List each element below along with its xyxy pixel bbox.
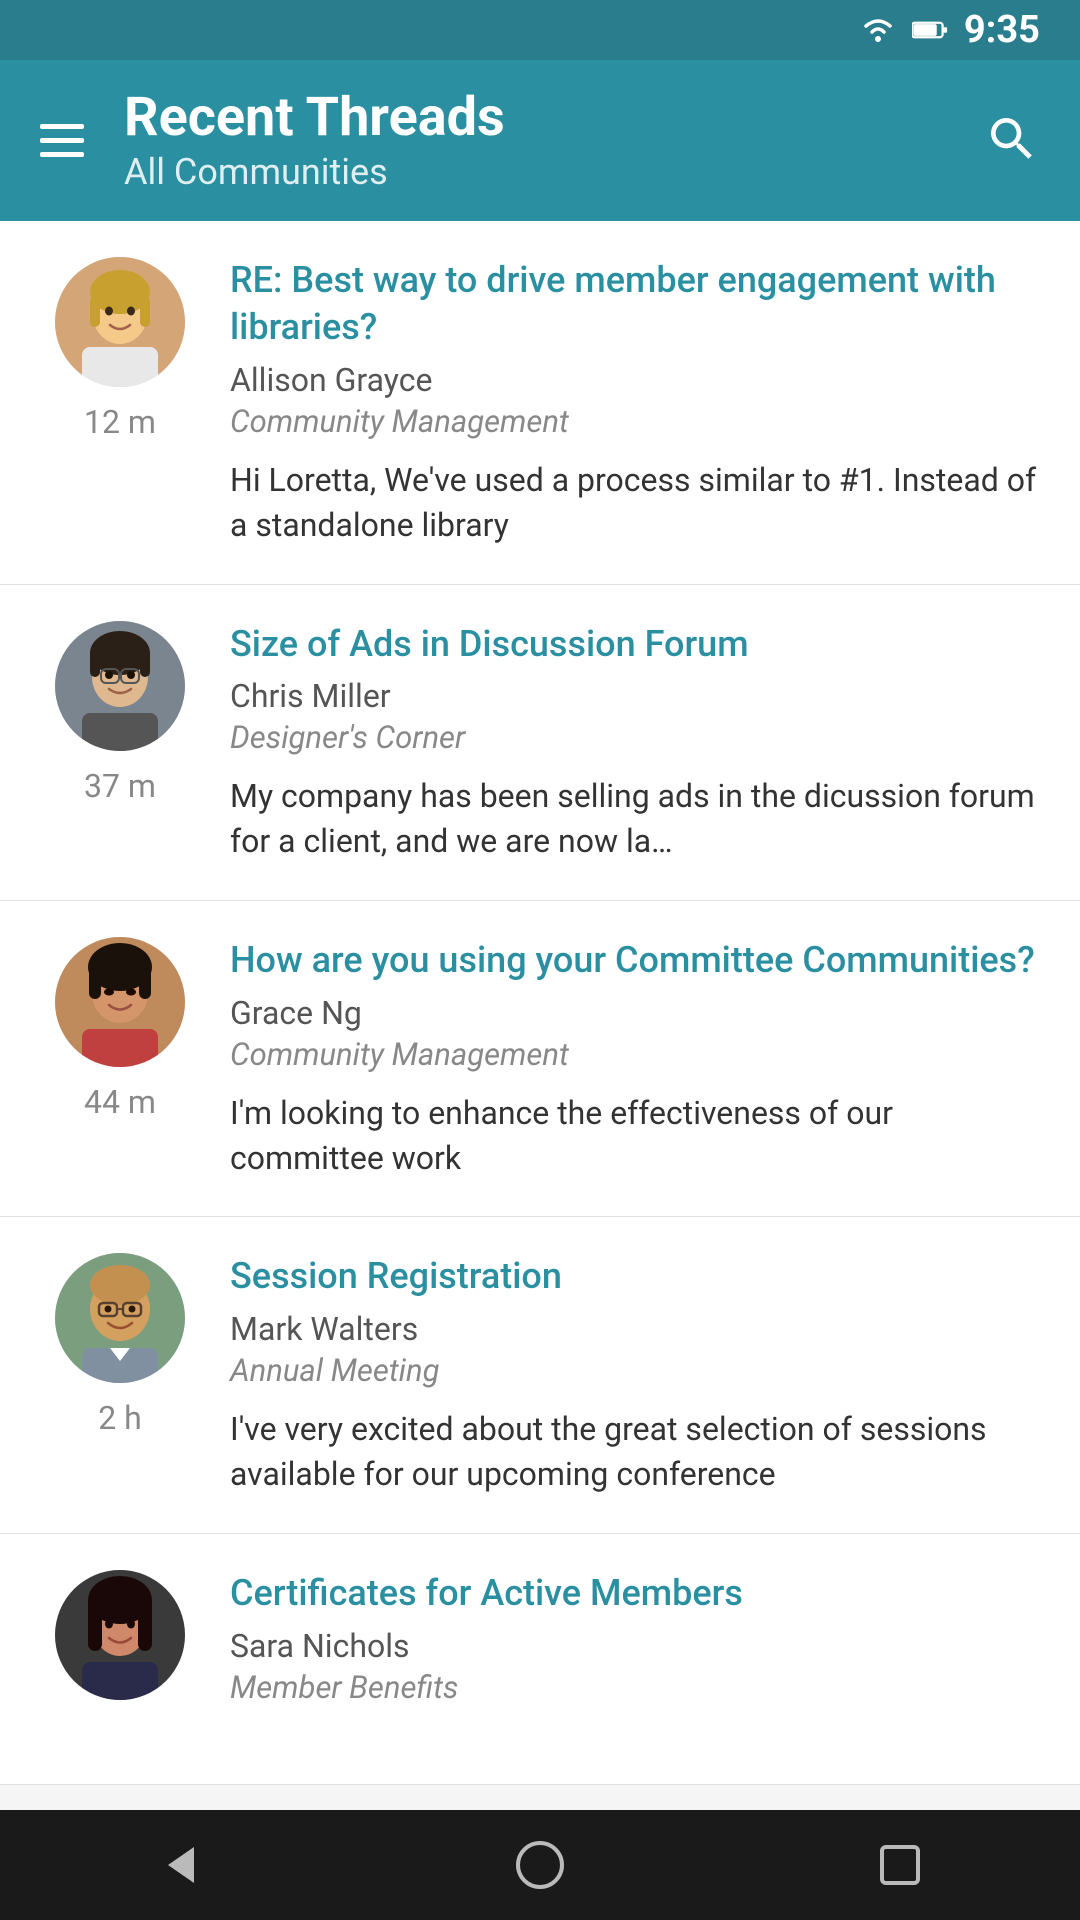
back-icon xyxy=(154,1839,206,1891)
avatar xyxy=(55,1253,185,1383)
home-icon xyxy=(514,1839,566,1891)
thread-preview-2: My company has been selling ads in the d… xyxy=(230,774,1040,864)
recent-button[interactable] xyxy=(860,1825,940,1905)
bottom-nav xyxy=(0,1810,1080,1920)
battery-icon xyxy=(912,16,948,44)
header-left: Recent Threads All Communities xyxy=(40,88,505,193)
thread-author-3: Grace Ng xyxy=(230,994,1040,1032)
thread-content-2: Size of Ads in Discussion Forum Chris Mi… xyxy=(230,621,1040,864)
thread-author-4: Mark Walters xyxy=(230,1310,1040,1348)
thread-community-4: Annual Meeting xyxy=(230,1352,1040,1389)
search-button[interactable] xyxy=(984,111,1040,171)
thread-left-5 xyxy=(40,1570,200,1724)
thread-preview-1: Hi Loretta, We've used a process similar… xyxy=(230,458,1040,548)
thread-left-4: 2 h xyxy=(40,1253,200,1496)
thread-title-1: RE: Best way to drive member engagement … xyxy=(230,257,1040,351)
thread-author-5: Sara Nichols xyxy=(230,1627,1040,1665)
thread-title-2: Size of Ads in Discussion Forum xyxy=(230,621,1040,668)
status-icons: 9:35 xyxy=(860,8,1040,52)
thread-left-2: 37 m xyxy=(40,621,200,864)
thread-community-3: Community Management xyxy=(230,1036,1040,1073)
thread-content-1: RE: Best way to drive member engagement … xyxy=(230,257,1040,547)
thread-left-1: 12 m xyxy=(40,257,200,547)
thread-item[interactable]: 12 m RE: Best way to drive member engage… xyxy=(0,221,1080,584)
thread-author-1: Allison Grayce xyxy=(230,361,1040,399)
avatar xyxy=(55,937,185,1067)
thread-preview-3: I'm looking to enhance the effectiveness… xyxy=(230,1091,1040,1181)
status-bar: 9:35 xyxy=(0,0,1080,60)
thread-community-2: Designer's Corner xyxy=(230,719,1040,756)
page-title: Recent Threads xyxy=(124,88,505,147)
thread-time-1: 12 m xyxy=(84,403,156,441)
page-subtitle: All Communities xyxy=(124,151,505,193)
thread-time-3: 44 m xyxy=(84,1083,156,1121)
status-time: 9:35 xyxy=(964,8,1040,52)
thread-left-3: 44 m xyxy=(40,937,200,1180)
thread-content-5: Certificates for Active Members Sara Nic… xyxy=(230,1570,1040,1724)
thread-list: 12 m RE: Best way to drive member engage… xyxy=(0,221,1080,1784)
wifi-icon xyxy=(860,16,896,44)
thread-item[interactable]: 44 m How are you using your Committee Co… xyxy=(0,901,1080,1217)
thread-content-4: Session Registration Mark Walters Annual… xyxy=(230,1253,1040,1496)
thread-item[interactable]: Certificates for Active Members Sara Nic… xyxy=(0,1534,1080,1785)
thread-title-4: Session Registration xyxy=(230,1253,1040,1300)
app-header: Recent Threads All Communities xyxy=(0,60,1080,221)
thread-time-4: 2 h xyxy=(98,1399,142,1437)
avatar xyxy=(55,1570,185,1700)
thread-item[interactable]: 2 h Session Registration Mark Walters An… xyxy=(0,1217,1080,1533)
avatar xyxy=(55,257,185,387)
search-icon xyxy=(984,111,1040,167)
recent-icon xyxy=(876,1841,924,1889)
thread-title-5: Certificates for Active Members xyxy=(230,1570,1040,1617)
thread-time-2: 37 m xyxy=(84,767,156,805)
menu-button[interactable] xyxy=(40,124,84,157)
avatar xyxy=(55,621,185,751)
thread-content-3: How are you using your Committee Communi… xyxy=(230,937,1040,1180)
back-button[interactable] xyxy=(140,1825,220,1905)
home-button[interactable] xyxy=(500,1825,580,1905)
header-title-group: Recent Threads All Communities xyxy=(124,88,505,193)
thread-item[interactable]: 37 m Size of Ads in Discussion Forum Chr… xyxy=(0,585,1080,901)
thread-preview-4: I've very excited about the great select… xyxy=(230,1407,1040,1497)
thread-community-1: Community Management xyxy=(230,403,1040,440)
thread-author-2: Chris Miller xyxy=(230,677,1040,715)
thread-title-3: How are you using your Committee Communi… xyxy=(230,937,1040,984)
thread-community-5: Member Benefits xyxy=(230,1669,1040,1706)
